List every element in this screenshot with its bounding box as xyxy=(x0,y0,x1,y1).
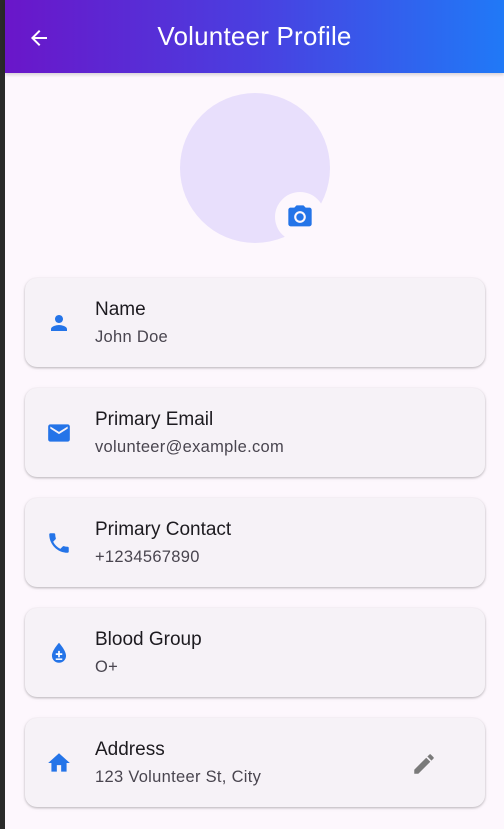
field-value: +1234567890 xyxy=(95,548,200,566)
profile-fields: Name John Doe Primary Email volunteer@ex… xyxy=(25,278,485,828)
arrow-back-icon xyxy=(31,30,47,46)
field-value: O+ xyxy=(95,658,119,676)
field-card-email[interactable]: Primary Email volunteer@example.com xyxy=(25,388,485,477)
field-label: Blood Group xyxy=(95,629,202,650)
field-value: John Doe xyxy=(95,328,169,346)
change-photo-button[interactable] xyxy=(275,192,325,242)
home-icon xyxy=(46,750,72,776)
field-card-blood-group[interactable]: Blood Group O+ xyxy=(25,608,485,697)
field-value: volunteer@example.com xyxy=(95,438,285,456)
phone-icon xyxy=(46,530,72,556)
edit-pencil-icon xyxy=(414,754,434,774)
field-card-contact[interactable]: Primary Contact +1234567890 xyxy=(25,498,485,587)
field-card-address[interactable]: Address 123 Volunteer St, City xyxy=(25,718,485,807)
back-button[interactable] xyxy=(25,24,53,52)
field-label: Name xyxy=(95,299,146,320)
edit-address-button[interactable] xyxy=(411,751,437,777)
field-label: Primary Email xyxy=(95,409,214,430)
blood-drop-icon xyxy=(46,640,72,666)
app-bar: Volunteer Profile xyxy=(5,0,504,73)
window-edge xyxy=(0,0,5,829)
camera-icon xyxy=(288,205,312,227)
page-title: Volunteer Profile xyxy=(157,20,352,51)
email-icon xyxy=(46,420,72,446)
field-label: Primary Contact xyxy=(95,519,232,540)
field-label: Address xyxy=(95,739,165,760)
field-value: 123 Volunteer St, City xyxy=(95,768,262,786)
profile-photo xyxy=(180,93,330,243)
field-card-name[interactable]: Name John Doe xyxy=(25,278,485,367)
person-icon xyxy=(46,310,72,336)
